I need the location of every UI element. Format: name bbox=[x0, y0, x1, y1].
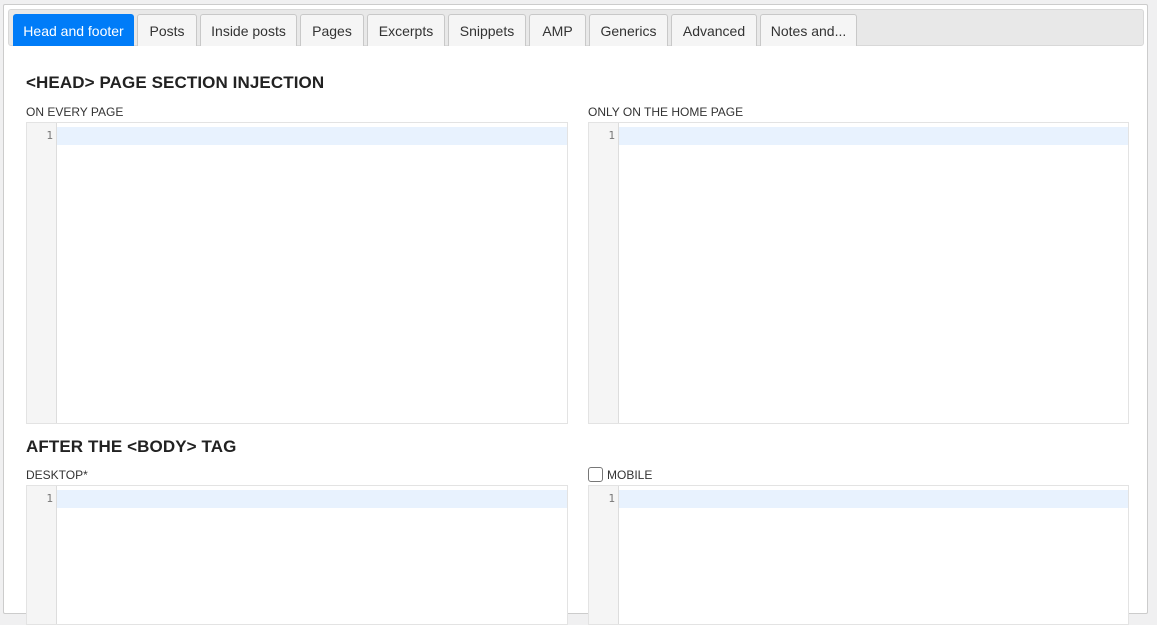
tab-amp[interactable]: AMP bbox=[529, 14, 586, 46]
tab-notes[interactable]: Notes and... bbox=[760, 14, 857, 46]
line-gutter: 1 bbox=[27, 123, 57, 423]
line-number: 1 bbox=[608, 129, 615, 142]
line-number: 1 bbox=[46, 492, 53, 505]
body-section-title: AFTER THE <BODY> TAG bbox=[26, 437, 237, 456]
desktop-code-editor[interactable]: 1 bbox=[26, 485, 568, 625]
home-page-code-input[interactable] bbox=[620, 123, 1128, 423]
every-page-code-input[interactable] bbox=[58, 123, 567, 423]
mobile-code-input[interactable] bbox=[620, 486, 1128, 624]
tab-snippets[interactable]: Snippets bbox=[448, 14, 526, 46]
mobile-code-editor[interactable]: 1 bbox=[588, 485, 1129, 625]
tab-advanced[interactable]: Advanced bbox=[671, 14, 757, 46]
mobile-checkbox[interactable] bbox=[588, 467, 603, 482]
every-page-code-editor[interactable]: 1 bbox=[26, 122, 568, 424]
line-gutter: 1 bbox=[27, 486, 57, 624]
every-page-label: ON EVERY PAGE bbox=[26, 105, 124, 119]
tab-posts[interactable]: Posts bbox=[137, 14, 197, 46]
tab-inside-posts[interactable]: Inside posts bbox=[200, 14, 297, 46]
line-number: 1 bbox=[608, 492, 615, 505]
line-number: 1 bbox=[46, 129, 53, 142]
head-section-title: <HEAD> PAGE SECTION INJECTION bbox=[26, 73, 325, 92]
line-gutter: 1 bbox=[589, 486, 619, 624]
mobile-field: MOBILE bbox=[588, 467, 652, 482]
tab-excerpts[interactable]: Excerpts bbox=[367, 14, 445, 46]
tab-head-and-footer[interactable]: Head and footer bbox=[13, 14, 134, 46]
line-gutter: 1 bbox=[589, 123, 619, 423]
tab-bar: Head and footer Posts Inside posts Pages… bbox=[8, 9, 1144, 46]
desktop-code-input[interactable] bbox=[58, 486, 567, 624]
mobile-label: MOBILE bbox=[607, 467, 653, 482]
home-page-code-editor[interactable]: 1 bbox=[588, 122, 1129, 424]
settings-panel: Head and footer Posts Inside posts Pages… bbox=[3, 4, 1148, 625]
tab-pages[interactable]: Pages bbox=[300, 14, 364, 46]
desktop-label: DESKTOP* bbox=[26, 468, 88, 482]
home-page-label: ONLY ON THE HOME PAGE bbox=[588, 105, 744, 119]
tab-generics[interactable]: Generics bbox=[589, 14, 668, 46]
